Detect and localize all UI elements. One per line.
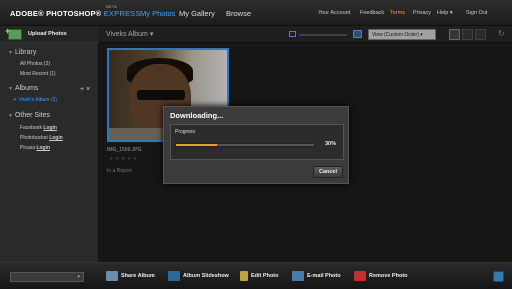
- album-actions: + ×: [80, 86, 90, 93]
- cancel-button[interactable]: Cancel: [313, 166, 343, 178]
- library-header[interactable]: ▼ Library: [8, 49, 36, 56]
- facebook-login-link[interactable]: Login: [43, 125, 57, 131]
- add-album-icon[interactable]: +: [80, 86, 84, 93]
- upload-photos-button[interactable]: Upload Photos: [0, 26, 99, 43]
- tab-browse[interactable]: Browse: [226, 9, 251, 18]
- slideshow-icon: [168, 271, 180, 281]
- share-album-label: Share Album: [121, 273, 155, 279]
- upload-photos-label: Upload Photos: [28, 31, 67, 37]
- fullscreen-icon[interactable]: [493, 271, 504, 282]
- bottom-toolbar: ▾ Share Album Album Slideshow Edit Photo…: [0, 262, 512, 289]
- pencil-icon: [240, 271, 248, 281]
- progress-panel: Progress 30%: [170, 124, 344, 160]
- bottom-select[interactable]: ▾: [10, 272, 84, 282]
- collapse-icon: ▼: [8, 113, 13, 119]
- site-picasa: Picasa Login: [20, 145, 50, 151]
- logo-text: ADOBE® PHOTOSHOP®: [10, 9, 102, 18]
- link-help[interactable]: Help ▾: [437, 10, 453, 16]
- picasa-login-link[interactable]: Login: [36, 145, 50, 151]
- progress-label: Progress: [175, 129, 196, 135]
- site-name: Picasa: [20, 145, 36, 151]
- top-bar: ADOBE® PHOTOSHOP® EXPRESS BETA My Photos…: [0, 0, 512, 26]
- app-logo: ADOBE® PHOTOSHOP® EXPRESS BETA: [10, 4, 141, 18]
- link-your-account[interactable]: Your Account: [318, 10, 350, 16]
- edit-photo-button[interactable]: Edit Photo: [240, 271, 279, 283]
- remove-photo-button[interactable]: Remove Photo: [354, 271, 408, 283]
- albums-header[interactable]: ▼ Albums: [8, 85, 38, 92]
- collapse-icon: ▼: [8, 86, 13, 92]
- library-title: Library: [14, 49, 37, 56]
- album-slideshow-button[interactable]: Album Slideshow: [168, 271, 229, 283]
- progress-fill: [176, 144, 218, 146]
- delete-album-icon[interactable]: ×: [86, 86, 90, 93]
- other-sites-header[interactable]: ▼ Other Sites: [8, 112, 50, 119]
- sidebar-item-all-photos[interactable]: All Photos (2): [20, 61, 50, 67]
- album-label: Vivek's Album (2): [18, 97, 57, 103]
- photobucket-login-link[interactable]: Login: [49, 135, 63, 141]
- remove-icon: [354, 271, 366, 281]
- link-terms[interactable]: Terms: [390, 10, 405, 16]
- share-icon: [106, 271, 118, 281]
- albums-title: Albums: [14, 85, 39, 92]
- download-dialog: Downloading... Progress 30% Cancel: [163, 106, 349, 184]
- link-feedback[interactable]: Feedback: [360, 10, 384, 16]
- tab-my-gallery[interactable]: My Gallery: [179, 9, 215, 18]
- link-privacy[interactable]: Privacy: [413, 10, 431, 16]
- tab-my-photos[interactable]: My Photos: [140, 9, 175, 18]
- progress-bar: [175, 143, 315, 147]
- upload-icon: [5, 26, 22, 40]
- remove-photo-label: Remove Photo: [369, 273, 408, 279]
- dialog-title: Downloading...: [170, 111, 224, 120]
- email-icon: [292, 271, 304, 281]
- site-facebook: Facebook Login: [20, 125, 57, 131]
- link-sign-out[interactable]: Sign Out: [466, 10, 487, 16]
- logo-beta: BETA: [106, 4, 117, 9]
- sidebar-item-vivek-album[interactable]: ✔ Vivek's Album (2): [13, 97, 57, 103]
- sidebar-item-most-recent[interactable]: Most Recent (1): [20, 71, 56, 77]
- slideshow-label: Album Slideshow: [183, 273, 229, 279]
- site-name: Facebook: [20, 125, 42, 131]
- share-album-button[interactable]: Share Album: [106, 271, 155, 283]
- edit-photo-label: Edit Photo: [251, 273, 279, 279]
- progress-percent: 30%: [325, 141, 337, 147]
- sidebar: Upload Photos ▼Library All Photos (2) Mo…: [0, 26, 99, 262]
- logo-express: EXPRESS: [103, 9, 141, 18]
- collapse-icon: ▼: [8, 50, 13, 56]
- site-name: Photobucket: [20, 135, 48, 141]
- email-photo-button[interactable]: E-mail Photo: [292, 271, 341, 283]
- site-photobucket: Photobucket Login: [20, 135, 63, 141]
- email-photo-label: E-mail Photo: [307, 273, 341, 279]
- other-sites-title: Other Sites: [14, 112, 50, 119]
